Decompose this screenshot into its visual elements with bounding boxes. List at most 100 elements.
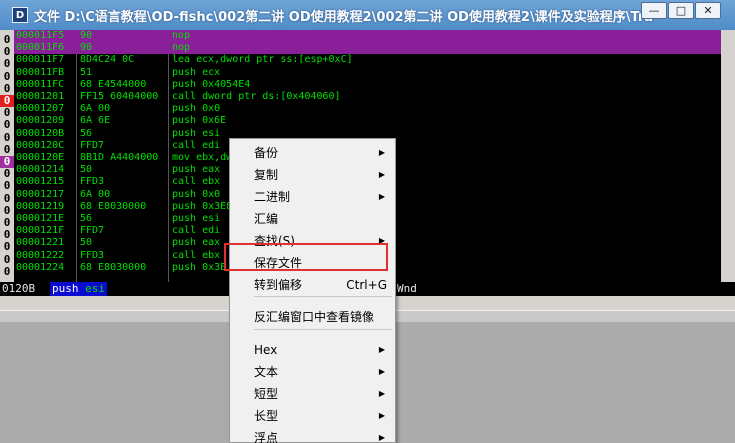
row-hex-bytes: 50	[80, 164, 93, 176]
gutter-marker[interactable]: 0	[0, 204, 14, 217]
menu-item[interactable]: 备份 ▶	[230, 142, 395, 164]
window-title: 文件 D:\C语言教程\OD-fishc\002第二讲 OD使用教程2\002第…	[34, 9, 654, 25]
row-hex-bytes: 68 E8030000	[80, 200, 147, 212]
row-address: 0000121E	[16, 213, 65, 224]
menu-item[interactable]: 反汇编窗口中查看镜像	[230, 306, 395, 328]
disasm-row[interactable]: 000011FB 51 push ecx	[14, 67, 721, 79]
highlight-box	[224, 243, 388, 271]
menu-item[interactable]: 转到偏移 Ctrl+G	[230, 274, 395, 296]
menu-item[interactable]: Hex ▶	[230, 339, 395, 361]
row-address: 0000121F	[16, 225, 65, 237]
row-hex-bytes: FFD3	[80, 176, 105, 188]
disasm-row[interactable]: 000011F5 90 nop	[14, 30, 721, 43]
menu-item[interactable]: 二进制 ▶	[230, 186, 395, 208]
info-instruction-keyword: push	[52, 282, 79, 295]
row-instruction: mov ebx,dw	[172, 152, 233, 163]
row-hex-bytes: 68 E4544000	[80, 78, 147, 90]
gutter-marker[interactable]: 0	[0, 168, 14, 180]
row-instruction: call dword ptr ds:[0x404060]	[172, 91, 341, 102]
row-address: 00001214	[16, 164, 65, 176]
submenu-arrow-icon: ▶	[378, 170, 385, 179]
disasm-row[interactable]: 00001209 6A 6E push 0x6E	[14, 115, 721, 127]
row-hex-bytes: 56	[80, 213, 93, 224]
gutter-marker[interactable]: 0	[0, 131, 14, 144]
breakpoint-gutter[interactable]: 00000000000000000000	[0, 30, 14, 282]
menu-item-label: 文本	[254, 365, 279, 379]
disasm-row[interactable]: 000011FC 68 E4544000 push 0x4054E4	[14, 79, 721, 91]
gutter-marker[interactable]: 0	[0, 58, 14, 70]
gutter-marker[interactable]: 0	[0, 119, 14, 131]
submenu-arrow-icon: ▶	[378, 389, 385, 398]
disasm-row[interactable]: 00001207 6A 00 push 0x0	[14, 103, 721, 115]
disasm-row[interactable]: 00001201 FF15 60404000 call dword ptr ds:[…	[14, 91, 721, 103]
vertical-scrollbar[interactable]	[721, 30, 735, 282]
context-menu: 备份 ▶ 复制 ▶ 二进制 ▶ 汇编 查找(S) ▶ 保存文件 转到偏移 Ctrl+G 反汇编窗口中查看…	[229, 138, 396, 443]
gutter-marker[interactable]: 0	[0, 70, 14, 83]
menu-item[interactable]: 长型 ▶	[230, 405, 395, 427]
gutter-marker[interactable]: 0	[0, 180, 14, 192]
menu-item[interactable]: 文本 ▶	[230, 361, 395, 383]
row-instruction: push esi	[172, 127, 221, 139]
row-hex-bytes: 8B1D A4404000	[80, 152, 159, 163]
gutter-marker[interactable]: 0	[0, 217, 14, 229]
menu-item[interactable]: 汇编	[230, 208, 395, 230]
row-hex-bytes: FF15 60404000	[80, 91, 159, 102]
submenu-arrow-icon: ▶	[378, 367, 385, 376]
menu-shortcut: Ctrl+G	[346, 278, 387, 292]
menu-item-label: 备份	[254, 146, 279, 160]
menu-item-label: 汇编	[254, 212, 279, 226]
menu-item[interactable]: 复制 ▶	[230, 164, 395, 186]
gutter-marker[interactable]: 0	[0, 265, 14, 278]
row-address: 00001221	[16, 237, 65, 249]
row-hex-bytes: FFD7	[80, 139, 105, 151]
row-instruction: push esi	[172, 213, 221, 224]
row-address: 000011FB	[16, 66, 65, 78]
menu-item-label: 二进制	[254, 190, 291, 204]
row-hex-bytes: 68 E8030000	[80, 261, 147, 273]
menu-item[interactable]: 短型 ▶	[230, 383, 395, 405]
row-address: 00001215	[16, 176, 65, 188]
row-hex-bytes: 51	[80, 66, 93, 78]
row-hex-bytes: 8D4C24 0C	[80, 54, 135, 66]
row-instruction: push 0x3E8	[172, 200, 233, 212]
menu-item[interactable]: 浮点 ▶	[230, 427, 395, 443]
gutter-marker[interactable]: 0	[0, 156, 14, 168]
row-instruction: nop	[172, 30, 191, 41]
row-hex-bytes: 6A 6E	[80, 115, 111, 127]
gutter-marker[interactable]: 0	[0, 95, 14, 107]
row-instruction: nop	[172, 42, 191, 54]
gutter-marker[interactable]: 0	[0, 253, 14, 266]
menu-item-label: 长型	[254, 409, 279, 423]
row-instruction: push 0x6E	[172, 115, 227, 127]
gutter-marker[interactable]: 0	[0, 143, 14, 156]
row-address: 000011F5	[16, 30, 65, 41]
info-instruction-operand: esi	[85, 282, 105, 295]
minimize-icon[interactable]: —	[641, 2, 667, 19]
disasm-row[interactable]: 000011F6 90 nop	[14, 42, 721, 55]
gutter-marker[interactable]: 0	[0, 192, 14, 205]
row-instruction: call edi	[172, 225, 221, 237]
row-hex-bytes: FFD3	[80, 249, 105, 261]
close-icon[interactable]: ✕	[695, 2, 721, 19]
row-hex-bytes: 90	[80, 42, 93, 54]
menu-item-label: 复制	[254, 168, 279, 182]
gutter-marker[interactable]: 0	[0, 34, 14, 46]
gutter-marker[interactable]: 0	[0, 241, 14, 253]
ollydbg-icon[interactable]: D	[12, 7, 28, 23]
row-address: 000011F7	[16, 54, 65, 66]
gutter-marker[interactable]: 0	[0, 107, 14, 119]
disasm-row[interactable]: 000011F7 8D4C24 0C lea ecx,dword ptr ss:[e…	[14, 54, 721, 66]
title-bar: D 文件 D:\C语言教程\OD-fishc\002第二讲 OD使用教程2\00…	[0, 0, 735, 30]
gutter-marker[interactable]: 0	[0, 229, 14, 241]
row-address: 00001207	[16, 103, 65, 115]
row-instruction: push 0x0	[172, 188, 221, 200]
row-instruction: push 0x3E	[172, 261, 227, 273]
row-instruction: lea ecx,dword ptr ss:[esp+0xC]	[172, 54, 353, 66]
row-hex-bytes: 90	[80, 30, 93, 41]
gutter-marker[interactable]: 0	[0, 82, 14, 95]
row-hex-bytes: 56	[80, 127, 93, 139]
row-hex-bytes: FFD7	[80, 225, 105, 237]
gutter-marker[interactable]: 0	[0, 46, 14, 58]
submenu-arrow-icon: ▶	[378, 345, 385, 354]
maximize-icon[interactable]: □	[668, 2, 694, 19]
